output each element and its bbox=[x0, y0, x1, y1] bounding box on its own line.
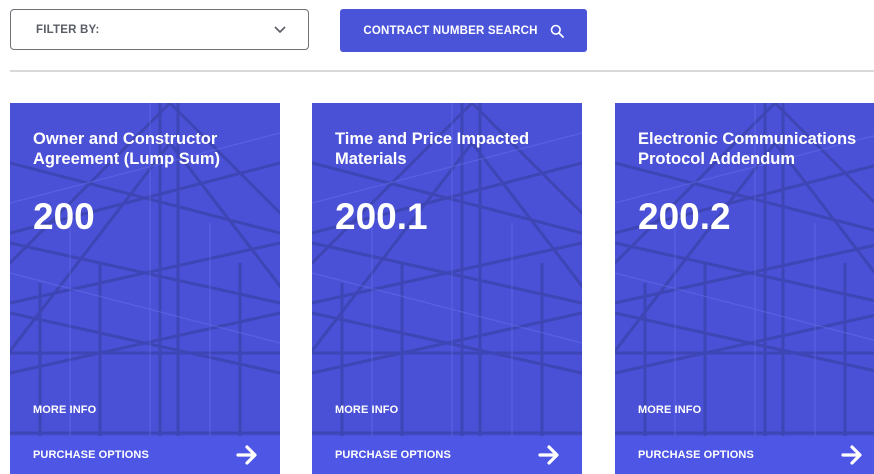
contract-number: 200 bbox=[33, 196, 95, 237]
search-icon bbox=[550, 24, 564, 38]
card-title: Owner and Constructor Agreement (Lump Su… bbox=[33, 130, 221, 168]
purchase-options-button[interactable]: PURCHASE OPTIONS bbox=[312, 436, 582, 474]
arrow-right-icon bbox=[841, 445, 862, 465]
purchase-options-label: PURCHASE OPTIONS bbox=[335, 449, 451, 461]
purchase-options-label: PURCHASE OPTIONS bbox=[33, 449, 149, 461]
arrow-right-icon bbox=[538, 445, 559, 465]
purchase-options-button[interactable]: PURCHASE OPTIONS bbox=[10, 436, 280, 474]
filter-label: FILTER BY: bbox=[36, 23, 100, 36]
more-info-link[interactable]: MORE INFO bbox=[33, 404, 96, 416]
more-info-link[interactable]: MORE INFO bbox=[638, 404, 701, 416]
contract-card: Electronic Communications Protocol Adden… bbox=[615, 103, 874, 474]
contract-number: 200.2 bbox=[638, 196, 731, 237]
chevron-down-icon bbox=[274, 25, 286, 33]
card-title: Time and Price Impacted Materials bbox=[335, 130, 530, 168]
more-info-link[interactable]: MORE INFO bbox=[335, 404, 398, 416]
search-button-label: CONTRACT NUMBER SEARCH bbox=[363, 24, 538, 37]
contract-number: 200.1 bbox=[335, 196, 428, 237]
divider bbox=[10, 70, 874, 72]
card-title: Electronic Communications Protocol Adden… bbox=[638, 130, 857, 168]
filter-dropdown[interactable]: FILTER BY: bbox=[10, 9, 309, 50]
contract-number-search-button[interactable]: CONTRACT NUMBER SEARCH bbox=[340, 9, 587, 52]
purchase-options-button[interactable]: PURCHASE OPTIONS bbox=[615, 436, 874, 474]
purchase-options-label: PURCHASE OPTIONS bbox=[638, 449, 754, 461]
contract-card: Time and Price Impacted Materials 200.1 … bbox=[312, 103, 582, 474]
contract-card: Owner and Constructor Agreement (Lump Su… bbox=[10, 103, 280, 474]
arrow-right-icon bbox=[236, 445, 257, 465]
